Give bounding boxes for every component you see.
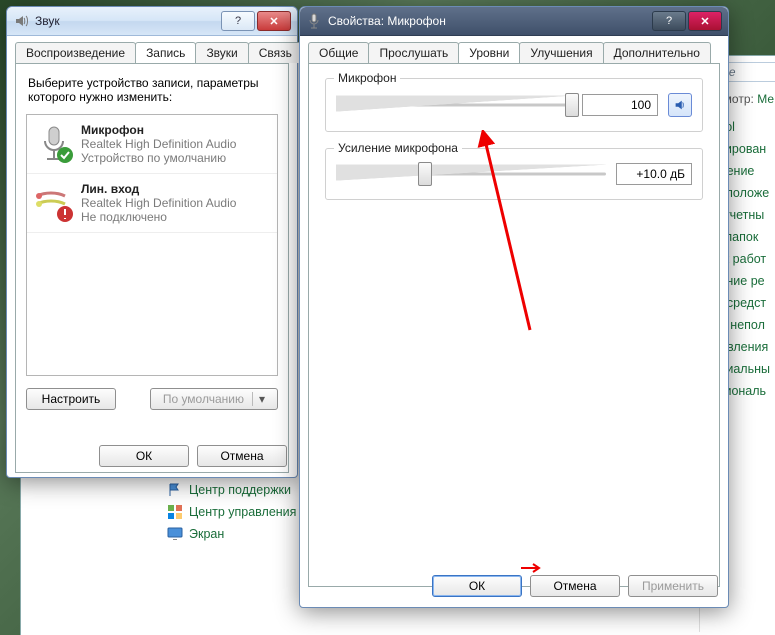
help-button[interactable]: ?: [221, 11, 255, 31]
device-text: Лин. входRealtek High Definition AudioНе…: [81, 182, 236, 224]
help-button[interactable]: ?: [652, 11, 686, 31]
view-row: мотр: Ме: [724, 92, 774, 106]
link-label: Экран: [189, 527, 224, 541]
cancel-button[interactable]: Отмена: [197, 445, 287, 467]
chevron-down-icon: ▾: [252, 392, 265, 406]
slider-row: +10.0 дБ: [336, 163, 692, 185]
microphone-level-value[interactable]: 100: [582, 94, 658, 116]
tab-strip: ВоспроизведениеЗаписьЗвукиСвязь: [15, 42, 297, 63]
tab-strip: ОбщиеПрослушатьУровниУлучшенияДополнител…: [308, 42, 728, 63]
tab-page-levels: Микрофон 100 Усиление микрофона: [308, 63, 720, 587]
category-links: Центр поддержки Центр управления Экран: [167, 476, 296, 548]
tab-уровни[interactable]: Уровни: [458, 42, 520, 63]
speaker-icon[interactable]: [668, 93, 692, 117]
mic-properties-window: Свойства: Микрофон ? ✕ ОбщиеПрослушатьУр…: [299, 6, 729, 608]
tab-связь[interactable]: Связь: [248, 42, 303, 63]
microphone-level-slider[interactable]: [336, 94, 572, 116]
microphone-level-group: Микрофон 100: [325, 78, 703, 132]
flag-icon: [167, 482, 189, 498]
device-name: Микрофон: [81, 123, 236, 137]
device-text: МикрофонRealtek High Definition AudioУст…: [81, 123, 236, 165]
ok-button[interactable]: ОК: [99, 445, 189, 467]
window-title: Звук: [35, 14, 219, 28]
set-default-button[interactable]: По умолчанию ▾: [150, 388, 278, 410]
tab-звуки[interactable]: Звуки: [195, 42, 248, 63]
tab-общие[interactable]: Общие: [308, 42, 369, 63]
footer-buttons: ОК Отмена Применить: [432, 575, 718, 597]
sound-icon: [13, 13, 29, 29]
tab-прослушать[interactable]: Прослушать: [368, 42, 459, 63]
group-legend: Микрофон: [334, 71, 400, 85]
microphone-boost-value[interactable]: +10.0 дБ: [616, 163, 692, 185]
sound-window: Звук ? ✕ ВоспроизведениеЗаписьЗвукиСвязь…: [6, 6, 298, 478]
device-maker: Realtek High Definition Audio: [81, 137, 236, 151]
link-label: Центр управления: [189, 505, 296, 519]
category-link[interactable]: Экран: [167, 526, 296, 542]
device-row[interactable]: Лин. входRealtek High Definition AudioНе…: [27, 174, 277, 233]
close-button[interactable]: ✕: [257, 11, 291, 31]
close-button[interactable]: ✕: [688, 11, 722, 31]
view-value[interactable]: Ме: [757, 92, 774, 106]
ok-button[interactable]: ОК: [432, 575, 522, 597]
microphone-icon: [306, 13, 322, 29]
button-row: Настроить По умолчанию ▾: [26, 388, 278, 410]
window-title: Свойства: Микрофон: [328, 14, 650, 28]
device-status: Устройство по умолчанию: [81, 151, 236, 165]
link-label: Центр поддержки: [189, 483, 291, 497]
device-maker: Realtek High Definition Audio: [81, 196, 236, 210]
configure-button[interactable]: Настроить: [26, 388, 116, 410]
microphone-boost-slider[interactable]: [336, 163, 606, 185]
page-description: Выберите устройство записи, параметры ко…: [28, 76, 276, 104]
cancel-button[interactable]: Отмена: [530, 575, 620, 597]
device-icon: [33, 182, 75, 224]
slider-row: 100: [336, 93, 692, 117]
titlebar[interactable]: Звук ? ✕: [7, 7, 297, 36]
device-list[interactable]: МикрофонRealtek High Definition AudioУст…: [26, 114, 278, 376]
group-legend: Усиление микрофона: [334, 141, 462, 155]
device-status: Не подключено: [81, 210, 236, 224]
set-default-label: По умолчанию: [163, 392, 244, 406]
screen-icon: [167, 526, 189, 542]
category-link[interactable]: Центр поддержки: [167, 482, 296, 498]
titlebar[interactable]: Свойства: Микрофон ? ✕: [300, 7, 728, 36]
category-link[interactable]: Центр управления: [167, 504, 296, 520]
tab-запись[interactable]: Запись: [135, 42, 196, 63]
device-name: Лин. вход: [81, 182, 236, 196]
grid-icon: [167, 504, 189, 520]
apply-button[interactable]: Применить: [628, 575, 718, 597]
microphone-boost-group: Усиление микрофона +10.0 дБ: [325, 148, 703, 200]
tab-дополнительно[interactable]: Дополнительно: [603, 42, 711, 63]
footer-buttons: ОК Отмена: [99, 445, 287, 467]
device-icon: [33, 123, 75, 165]
tab-улучшения[interactable]: Улучшения: [519, 42, 603, 63]
device-row[interactable]: МикрофонRealtek High Definition AudioУст…: [27, 115, 277, 174]
tab-page-recording: Выберите устройство записи, параметры ко…: [15, 63, 289, 473]
tab-воспроизведение[interactable]: Воспроизведение: [15, 42, 136, 63]
